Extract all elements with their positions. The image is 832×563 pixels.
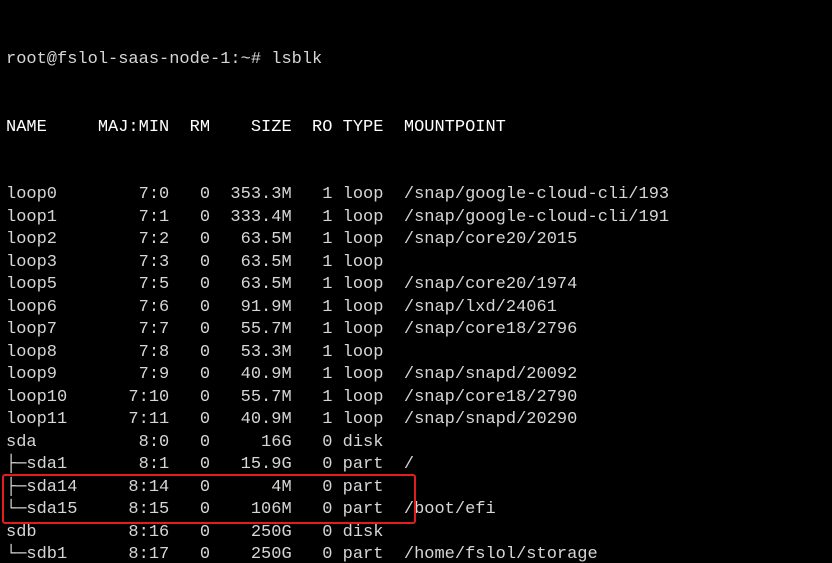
lsblk-header-row: NAME MAJ:MIN RM SIZE RO TYPE MOUNTPOINT	[6, 117, 826, 140]
command-text: lsblk	[271, 50, 322, 69]
terminal-window[interactable]: root@fslol-saas-node-1:~# lsblk NAME MAJ…	[0, 0, 832, 563]
table-row: ├─sda1 8:1 0 15.9G 0 part /	[6, 454, 826, 477]
table-row: loop2 7:2 0 63.5M 1 loop /snap/core20/20…	[6, 229, 826, 252]
table-row: sda 8:0 0 16G 0 disk	[6, 432, 826, 455]
lsblk-output: loop0 7:0 0 353.3M 1 loop /snap/google-c…	[6, 184, 826, 563]
table-row: loop7 7:7 0 55.7M 1 loop /snap/core18/27…	[6, 319, 826, 342]
table-row: loop0 7:0 0 353.3M 1 loop /snap/google-c…	[6, 184, 826, 207]
table-row: loop6 7:6 0 91.9M 1 loop /snap/lxd/24061	[6, 297, 826, 320]
table-row: loop3 7:3 0 63.5M 1 loop	[6, 252, 826, 275]
command-line: root@fslol-saas-node-1:~# lsblk	[6, 49, 826, 72]
table-row: ├─sda14 8:14 0 4M 0 part	[6, 477, 826, 500]
table-row: loop8 7:8 0 53.3M 1 loop	[6, 342, 826, 365]
table-row: └─sdb1 8:17 0 250G 0 part /home/fslol/st…	[6, 544, 826, 563]
shell-prompt: root@fslol-saas-node-1:~#	[6, 50, 271, 69]
table-row: loop9 7:9 0 40.9M 1 loop /snap/snapd/200…	[6, 364, 826, 387]
table-row: └─sda15 8:15 0 106M 0 part /boot/efi	[6, 499, 826, 522]
table-row: loop1 7:1 0 333.4M 1 loop /snap/google-c…	[6, 207, 826, 230]
table-row: loop5 7:5 0 63.5M 1 loop /snap/core20/19…	[6, 274, 826, 297]
table-row: loop11 7:11 0 40.9M 1 loop /snap/snapd/2…	[6, 409, 826, 432]
table-row: sdb 8:16 0 250G 0 disk	[6, 522, 826, 545]
table-row: loop10 7:10 0 55.7M 1 loop /snap/core18/…	[6, 387, 826, 410]
